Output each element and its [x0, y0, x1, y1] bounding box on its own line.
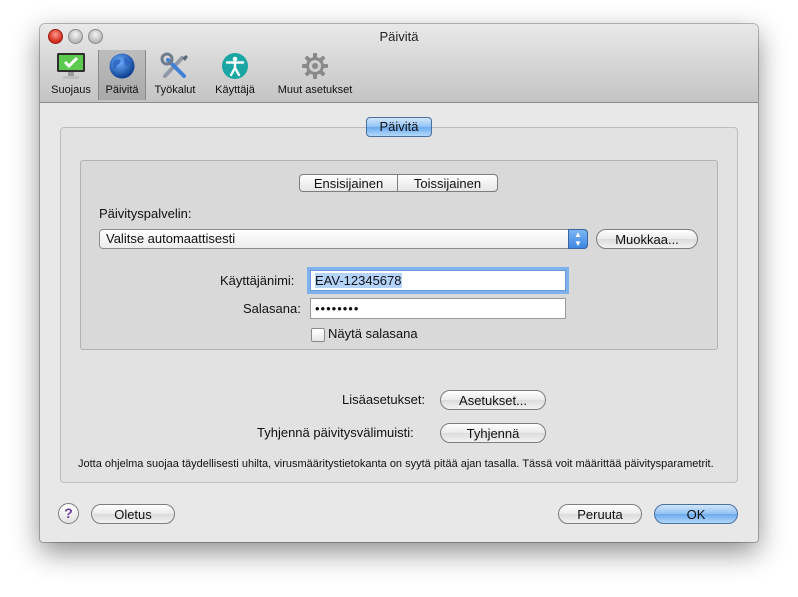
toolbar-label-tools: Työkalut	[154, 84, 196, 96]
window-title: Päivitä	[379, 29, 419, 44]
username-label: Käyttäjänimi:	[220, 273, 295, 288]
section-tab-update[interactable]: Päivitä	[366, 117, 432, 137]
content-area: Päivitä Ensisijainen Toissijainen Päivit…	[40, 103, 758, 542]
titlebar: Päivitä Suojaus Päivitä Työkalut Käyttäj…	[40, 24, 758, 103]
ok-button[interactable]: OK	[654, 504, 738, 524]
toolbar-item-user[interactable]: Käyttäjä	[208, 50, 262, 100]
default-button[interactable]: Oletus	[91, 504, 175, 524]
advanced-settings-button[interactable]: Asetukset...	[440, 390, 546, 410]
info-text: Jotta ohjelma suojaa täydellisesti uhilt…	[78, 458, 714, 470]
monitor-check-icon	[57, 53, 85, 79]
gear-icon	[302, 53, 328, 79]
help-button[interactable]: ?	[58, 503, 79, 524]
cancel-button[interactable]: Peruuta	[558, 504, 642, 524]
password-label: Salasana:	[243, 301, 301, 316]
toolbar-item-protection[interactable]: Suojaus	[46, 50, 96, 100]
clear-cache-button[interactable]: Tyhjennä	[440, 423, 546, 443]
toolbar-item-tools[interactable]: Työkalut	[148, 50, 202, 100]
preferences-window: Päivitä Suojaus Päivitä Työkalut Käyttäj…	[40, 24, 758, 542]
edit-server-button[interactable]: Muokkaa...	[596, 229, 698, 249]
user-accessibility-icon	[222, 53, 248, 79]
toolbar-label-protection: Suojaus	[51, 84, 91, 96]
username-field[interactable]: EAV-12345678	[310, 270, 566, 291]
tools-icon	[160, 52, 188, 78]
password-field[interactable]: ••••••••	[310, 298, 566, 319]
toolbar-label-update: Päivitä	[105, 84, 139, 96]
toolbar-label-other-settings: Muut asetukset	[277, 84, 353, 96]
tab-primary[interactable]: Ensisijainen	[299, 174, 398, 192]
username-value: EAV-12345678	[315, 273, 402, 288]
advanced-settings-label: Lisäasetukset:	[342, 392, 426, 407]
update-server-select[interactable]: Valitse automaattisesti ▲ ▼	[99, 229, 588, 249]
tab-secondary[interactable]: Toissijainen	[397, 174, 498, 192]
select-arrows-icon: ▲ ▼	[568, 229, 588, 249]
globe-icon	[109, 53, 135, 79]
toolbar-item-update[interactable]: Päivitä	[98, 50, 146, 100]
toolbar-label-user: Käyttäjä	[215, 84, 255, 96]
update-server-value: Valitse automaattisesti	[106, 231, 236, 246]
toolbar-item-other-settings[interactable]: Muut asetukset	[272, 50, 358, 100]
update-server-label: Päivityspalvelin:	[99, 206, 192, 221]
show-password-label: Näytä salasana	[328, 326, 418, 341]
show-password-checkbox[interactable]	[311, 328, 325, 342]
clear-cache-label: Tyhjennä päivitysvälimuisti:	[257, 425, 414, 440]
